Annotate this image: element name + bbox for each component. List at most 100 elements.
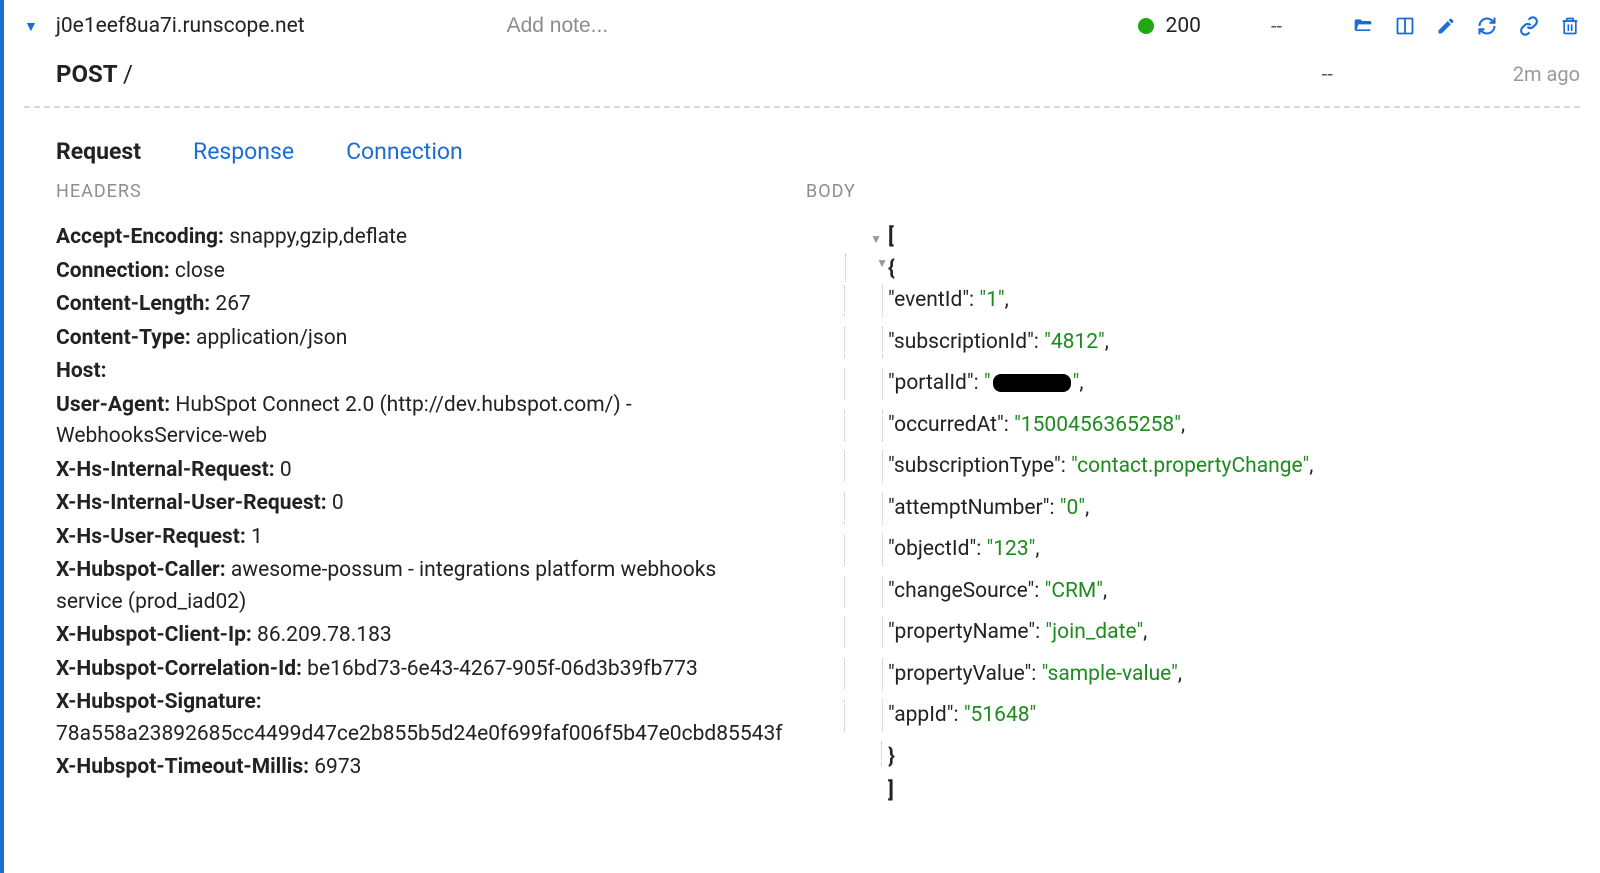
header-value: snappy,gzip,deflate [224, 225, 407, 249]
header-name: Content-Type: [56, 326, 191, 350]
header-line: X-Hs-Internal-User-Request: 0 [56, 488, 786, 520]
json-key: "eventId" [888, 288, 969, 312]
header-name: X-Hubspot-Client-Ip: [56, 623, 252, 647]
json-line: "eventId": "1", [806, 285, 1580, 327]
status-dot-icon [1138, 18, 1154, 34]
json-key: "attemptNumber" [888, 496, 1050, 520]
header-line: Content-Length: 267 [56, 289, 786, 321]
json-line: ] [806, 776, 1580, 808]
tab-request[interactable]: Request [56, 138, 141, 165]
headers-list: Accept-Encoding: snappy,gzip,deflateConn… [56, 222, 786, 784]
header-value: be16bd73-6e43-4267-905f-06d3b39fb773 [302, 657, 698, 681]
time-ago: 2m ago [1513, 62, 1580, 86]
header-value: 0 [275, 458, 292, 482]
json-viewer: ▼ [ ▼ { "eventId": "1", "subscriptionId"… [806, 222, 1580, 808]
header-name: Host: [56, 359, 107, 383]
json-value: "123" [986, 537, 1035, 561]
json-key: "subscriptionType" [888, 454, 1061, 478]
json-value: "contact.propertyChange" [1071, 454, 1309, 478]
json-value: "CRM" [1045, 579, 1103, 603]
method-path-row: POST / -- 2m ago [4, 52, 1600, 106]
status-indicator: 200 [1138, 14, 1201, 38]
header-value: 267 [210, 292, 251, 316]
json-line: "portalId": "", [806, 368, 1580, 410]
header-name: User-Agent: [56, 393, 170, 417]
header-line: Content-Type: application/json [56, 323, 786, 355]
right-meta: -- 2m ago [1322, 62, 1580, 86]
json-value: "1" [979, 288, 1004, 312]
header-value: 0 [327, 491, 344, 515]
folder-open-icon[interactable] [1352, 16, 1374, 36]
status-code: 200 [1166, 14, 1201, 38]
timing-dash: -- [1271, 14, 1282, 38]
json-line: "subscriptionType": "contact.propertyCha… [806, 451, 1580, 493]
http-path: / [123, 60, 133, 88]
json-line: "occurredAt": "1500456365258", [806, 410, 1580, 452]
header-line: X-Hubspot-Caller: awesome-possum - integ… [56, 555, 786, 618]
json-value: "4812" [1044, 330, 1105, 354]
json-line: "attemptNumber": "0", [806, 493, 1580, 535]
body-column: BODY ▼ [ ▼ { "eventId": "1", "subscripti… [806, 181, 1580, 808]
request-host: j0e1eef8ua7i.runscope.net [56, 14, 305, 38]
json-line: ▼ [ [806, 222, 1580, 254]
header-name: X-Hubspot-Caller: [56, 558, 226, 582]
json-value: "1500456365258" [1014, 413, 1181, 437]
header-value: 78a558a23892685cc4499d47ce2b855b5d24e0f6… [56, 722, 783, 746]
header-name: X-Hs-Internal-Request: [56, 458, 275, 482]
json-line: "subscriptionId": "4812", [806, 327, 1580, 369]
body-title: BODY [806, 181, 1580, 202]
content-area: HEADERS Accept-Encoding: snappy,gzip,def… [4, 181, 1600, 828]
json-line: "propertyName": "join_date", [806, 617, 1580, 659]
json-toggle-icon[interactable]: ▼ [866, 230, 882, 248]
json-key: "changeSource" [888, 579, 1034, 603]
header-line: X-Hubspot-Signature: 78a558a23892685cc44… [56, 687, 786, 750]
header-line: X-Hs-User-Request: 1 [56, 522, 786, 554]
tab-response[interactable]: Response [193, 138, 294, 165]
delete-icon[interactable] [1560, 15, 1580, 37]
json-toggle-icon[interactable]: ▼ [872, 254, 888, 272]
header-value: 1 [246, 525, 263, 549]
http-method: POST [56, 60, 117, 88]
json-key: "subscriptionId" [888, 330, 1034, 354]
link-icon[interactable] [1518, 16, 1540, 36]
json-line: ▼ { [806, 254, 1580, 286]
json-key: "appId" [888, 703, 954, 727]
header-line: X-Hs-Internal-Request: 0 [56, 455, 786, 487]
json-line: "propertyValue": "sample-value", [806, 659, 1580, 701]
collapse-caret-icon[interactable]: ▼ [24, 18, 38, 35]
json-key: "propertyName" [888, 620, 1035, 644]
json-key: "portalId" [888, 371, 974, 395]
status-section: 200 -- [1138, 14, 1580, 38]
headers-title: HEADERS [56, 181, 786, 202]
redacted-value [993, 374, 1071, 392]
header-value: application/json [191, 326, 348, 350]
header-name: X-Hs-User-Request: [56, 525, 246, 549]
edit-icon[interactable] [1436, 16, 1456, 36]
json-line: "objectId": "123", [806, 534, 1580, 576]
header-value: 86.209.78.183 [252, 623, 392, 647]
json-key: "objectId" [888, 537, 976, 561]
header-name: Content-Length: [56, 292, 210, 316]
json-line: "appId": "51648" [806, 700, 1580, 742]
header-name: X-Hubspot-Timeout-Millis: [56, 755, 309, 779]
refresh-icon[interactable] [1476, 16, 1498, 36]
compare-icon[interactable] [1394, 16, 1416, 36]
header-value: 6973 [309, 755, 361, 779]
tabs-row: Request Response Connection [4, 108, 1600, 181]
header-name: Connection: [56, 259, 170, 283]
header-value: close [170, 259, 225, 283]
json-value: "0" [1060, 496, 1085, 520]
json-line: } [806, 742, 1580, 777]
json-line: "changeSource": "CRM", [806, 576, 1580, 618]
top-row: ▼ j0e1eef8ua7i.runscope.net 200 -- [4, 0, 1600, 52]
header-line: User-Agent: HubSpot Connect 2.0 (http://… [56, 390, 786, 453]
header-name: X-Hs-Internal-User-Request: [56, 491, 327, 515]
json-key: "propertyValue" [888, 662, 1031, 686]
header-line: Accept-Encoding: snappy,gzip,deflate [56, 222, 786, 254]
tab-connection[interactable]: Connection [346, 138, 463, 165]
json-key: "occurredAt" [888, 413, 1004, 437]
header-line: Connection: close [56, 256, 786, 288]
note-input[interactable] [507, 14, 767, 38]
header-line: X-Hubspot-Timeout-Millis: 6973 [56, 752, 786, 784]
json-value: "join_date" [1045, 620, 1143, 644]
